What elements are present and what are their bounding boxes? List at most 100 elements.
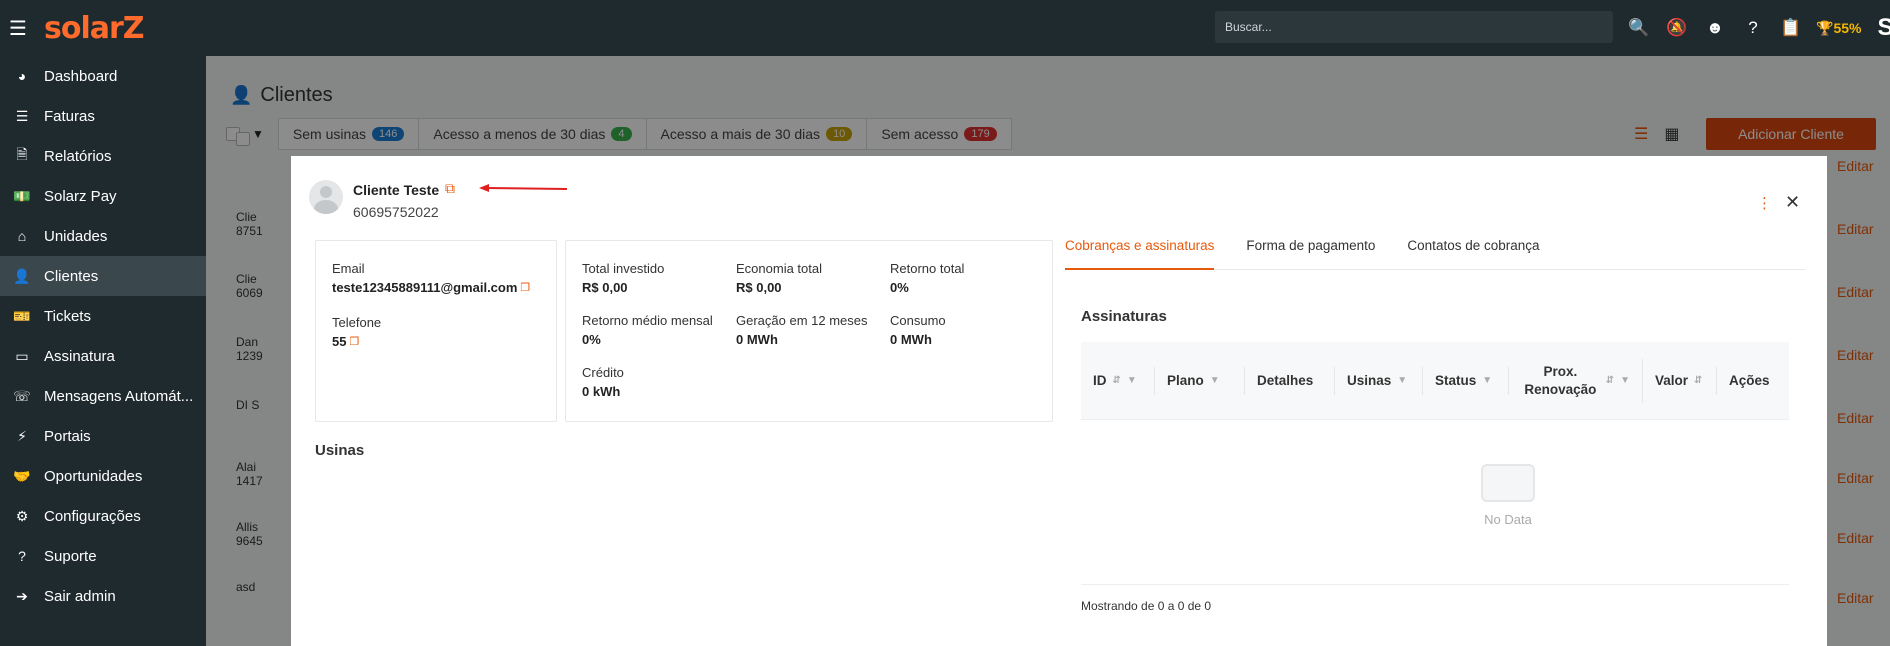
copy-icon[interactable]: ❐	[520, 281, 530, 294]
ticket-icon: 🎫	[13, 307, 31, 324]
sidebar-item-label: Assinatura	[44, 347, 115, 365]
corner-logo: S	[1877, 14, 1890, 41]
sidebar-item-label: Oportunidades	[44, 467, 143, 485]
logout-icon: ➔	[16, 587, 28, 604]
empty-state: No Data	[1448, 464, 1568, 527]
stat-item: Geração em 12 meses 0 MWh	[736, 313, 868, 347]
col-acoes: Ações	[1729, 373, 1770, 388]
usinas-heading: Usinas	[315, 442, 365, 459]
file-icon: 🗎	[16, 146, 28, 162]
filter-icon[interactable]: ▼	[1620, 375, 1630, 386]
filter-icon[interactable]: ▼	[1482, 375, 1492, 386]
filter-icon[interactable]: ▼	[1210, 375, 1220, 386]
more-options-icon[interactable]: ⋮	[1757, 194, 1772, 212]
annotation-arrow	[479, 184, 568, 192]
sidebar-item-relatorios[interactable]: 🗎 Relatórios	[0, 136, 206, 176]
sidebar: ◕ Dashboard ☰ Faturas 🗎 Relatórios 💵 Solarz …	[0, 56, 206, 646]
handshake-icon: 🤝	[13, 467, 31, 484]
sort-icon[interactable]: ⇵	[1113, 375, 1121, 386]
avatar	[309, 180, 343, 214]
phone-value: 55	[332, 334, 347, 349]
sidebar-item-label: Dashboard	[44, 67, 118, 85]
email-label: Email	[332, 261, 365, 276]
plug-icon: ⚡	[17, 427, 27, 444]
client-modal: Cliente Teste ⧉ 60695752022 ⋮ ✕ Email te…	[291, 156, 1827, 646]
sidebar-item-label: Suporte	[44, 547, 97, 565]
help-icon[interactable]: ?	[1734, 0, 1772, 56]
client-document: 60695752022	[353, 204, 439, 220]
search-icon[interactable]: 🔍	[1620, 0, 1658, 56]
stat-item: Consumo 0 MWh	[890, 313, 946, 347]
tab-forma-pagamento[interactable]: Forma de pagamento	[1246, 238, 1375, 270]
clipboard-icon[interactable]: 📋	[1772, 0, 1810, 56]
sidebar-item-mensagens[interactable]: ☏ Mensagens Automát...	[0, 376, 206, 416]
col-valor[interactable]: Valor ⇵	[1643, 366, 1717, 395]
sidebar-item-clientes[interactable]: 👤 Clientes	[0, 256, 206, 296]
whatsapp-icon: ☏	[13, 387, 31, 404]
menu-icon[interactable]: ☰	[0, 0, 36, 56]
sidebar-item-dashboard[interactable]: ◕ Dashboard	[0, 56, 206, 96]
sidebar-item-unidades[interactable]: ⌂ Unidades	[0, 216, 206, 256]
sidebar-item-tickets[interactable]: 🎫 Tickets	[0, 296, 206, 336]
question-icon: ?	[18, 548, 26, 564]
sidebar-item-label: Faturas	[44, 107, 95, 125]
sidebar-item-label: Clientes	[44, 267, 99, 285]
user-admin-icon[interactable]: ☻	[1696, 0, 1734, 56]
user-icon: 👤	[13, 267, 31, 284]
progress-badge[interactable]: 🏆 55%	[1816, 20, 1861, 37]
assinaturas-heading: Assinaturas	[1081, 308, 1167, 325]
email-value: teste12345889111@gmail.com	[332, 280, 518, 295]
dashboard-icon: ◕	[17, 68, 27, 84]
tab-cobrancas[interactable]: Cobranças e assinaturas	[1065, 238, 1215, 270]
stat-item: Retorno total 0%	[890, 261, 965, 295]
top-bar: ☰ solarZ Buscar... 🔍 🔕 ☻ ? 📋 🏆 55% S	[0, 0, 1890, 56]
stat-item: Crédito 0 kWh	[582, 365, 624, 399]
stat-item: Economia total R$ 0,00	[736, 261, 822, 295]
sidebar-item-label: Relatórios	[44, 147, 112, 165]
external-link-icon[interactable]: ⧉	[445, 180, 455, 197]
filter-icon[interactable]: ▼	[1397, 375, 1407, 386]
sidebar-item-label: Unidades	[44, 227, 108, 245]
tab-contatos-cobranca[interactable]: Contatos de cobrança	[1407, 238, 1539, 270]
col-prox-renovacao[interactable]: Prox. Renovação ⇵ ▼	[1509, 358, 1643, 403]
col-detalhes: Detalhes	[1245, 366, 1335, 395]
app-logo[interactable]: solarZ	[44, 11, 145, 46]
phone-label: Telefone	[332, 315, 382, 330]
close-icon[interactable]: ✕	[1785, 192, 1800, 213]
client-name: Cliente Teste	[353, 182, 440, 198]
col-usinas[interactable]: Usinas ▼	[1335, 366, 1423, 395]
gear-icon: ⚙	[15, 507, 29, 524]
notifications-off-icon[interactable]: 🔕	[1658, 0, 1696, 56]
subscriptions-table: ID ⇵ ▼ Plano ▼ Detalhes Usinas ▼ Status ▼ Pro…	[1081, 342, 1789, 420]
modal-tabs: Cobranças e assinaturas Forma de pagamen…	[1065, 238, 1805, 270]
sidebar-item-label: Portais	[44, 427, 91, 445]
copy-icon[interactable]: ❐	[349, 335, 359, 348]
stat-item: Retorno médio mensal 0%	[582, 313, 713, 347]
money-icon: 💵	[13, 187, 31, 204]
filter-icon[interactable]: ▼	[1127, 375, 1137, 386]
col-id[interactable]: ID ⇵ ▼	[1081, 366, 1155, 395]
sort-icon[interactable]: ⇵	[1606, 375, 1614, 386]
sort-icon[interactable]: ⇵	[1694, 375, 1702, 386]
barcode-icon: ☰	[15, 107, 29, 124]
sidebar-item-oportunidades[interactable]: 🤝 Oportunidades	[0, 456, 206, 496]
sidebar-item-label: Mensagens Automát...	[44, 387, 194, 405]
sidebar-item-solarz-pay[interactable]: 💵 Solarz Pay	[0, 176, 206, 216]
sidebar-item-sair-admin[interactable]: ➔ Sair admin	[0, 576, 206, 616]
sidebar-item-label: Solarz Pay	[44, 187, 117, 205]
sidebar-item-portais[interactable]: ⚡ Portais	[0, 416, 206, 456]
sidebar-item-suporte[interactable]: ? Suporte	[0, 536, 206, 576]
empty-text: No Data	[1484, 512, 1532, 527]
sidebar-item-assinatura[interactable]: ▭ Assinatura	[0, 336, 206, 376]
pagination-summary: Mostrando de 0 a 0 de 0	[1081, 584, 1789, 613]
sidebar-item-configuracoes[interactable]: ⚙ Configurações	[0, 496, 206, 536]
sidebar-item-label: Sair admin	[44, 587, 116, 605]
col-plano[interactable]: Plano ▼	[1155, 366, 1245, 395]
search-input[interactable]: Buscar...	[1215, 11, 1613, 43]
home-icon: ⌂	[17, 228, 27, 244]
empty-inbox-icon	[1481, 464, 1535, 502]
col-status[interactable]: Status ▼	[1423, 366, 1509, 395]
sidebar-item-faturas[interactable]: ☰ Faturas	[0, 96, 206, 136]
sidebar-item-label: Configurações	[44, 507, 141, 525]
stats-card: Total investido R$ 0,00 Economia total R$ …	[565, 240, 1053, 422]
